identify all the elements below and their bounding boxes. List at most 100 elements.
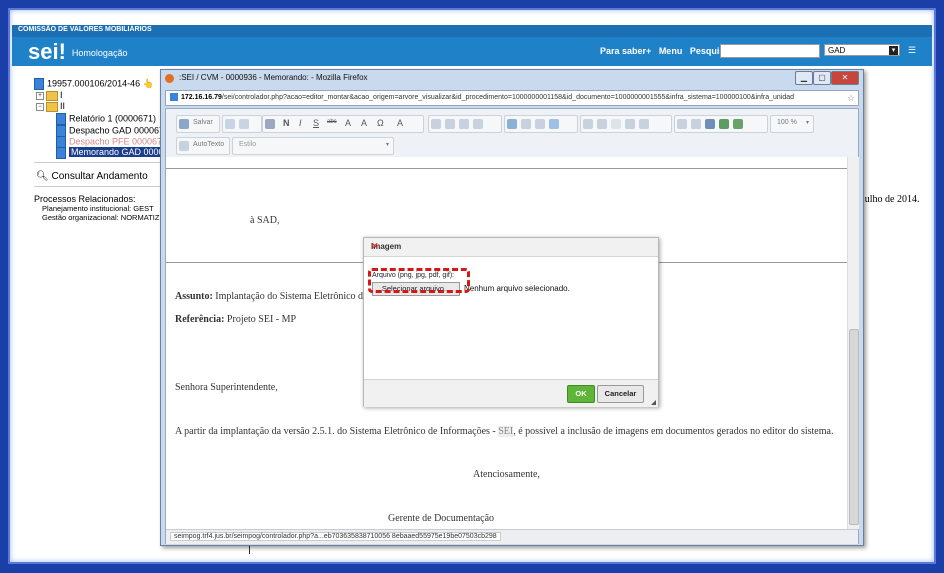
doc-signer: Gerente de Documentação	[388, 513, 495, 524]
link-menu[interactable]: Menu	[659, 46, 683, 56]
window-titlebar[interactable]: :SEI / CVM - 0000936 - Memorando: - Mozi…	[161, 70, 863, 88]
paragraph-icon[interactable]	[535, 119, 545, 129]
italic-icon[interactable]: I	[299, 118, 302, 128]
collapse-icon[interactable]: −	[36, 102, 44, 111]
bold-icon[interactable]: N	[283, 118, 290, 128]
scroll-thumb[interactable]	[849, 329, 859, 525]
consultar-andamento-link[interactable]: 🔍︎ Consultar Andamento	[36, 171, 148, 182]
dialog-titlebar[interactable]: Imagem ✕	[364, 238, 658, 257]
ref-label: Referência:	[175, 314, 225, 325]
underline-icon[interactable]: S	[313, 118, 319, 128]
body-sei: SEI	[498, 426, 514, 437]
list-icon[interactable]: ☰	[908, 45, 916, 56]
indent-icon[interactable]	[625, 119, 635, 129]
related-item[interactable]: Gestão organizacional: NORMATIZ	[42, 213, 170, 222]
resize-grip-icon[interactable]	[651, 400, 656, 405]
firefox-icon	[165, 74, 174, 83]
list-group	[580, 115, 672, 133]
bullet-list-icon[interactable]	[597, 119, 607, 129]
site-icon	[170, 93, 178, 102]
related-item[interactable]: Planejamento institucional: GEST	[42, 204, 170, 213]
paste-word-icon[interactable]	[473, 119, 483, 129]
related-processes: Processos Relacionados: Planejamento ins…	[34, 194, 170, 222]
bookmark-star-icon[interactable]: ☆	[847, 91, 855, 105]
close-icon[interactable]: ✕	[371, 241, 653, 252]
cancel-button[interactable]: Cancelar	[597, 385, 644, 403]
url-path: /sei/controlador.php?acao=editor_montar&…	[221, 94, 795, 101]
doc-rule	[166, 168, 847, 169]
search-input[interactable]	[720, 44, 820, 58]
close-window-button[interactable]: ✕	[831, 71, 859, 85]
image-dialog: Imagem ✕ Arquivo (png, jpg, pdf, gif): S…	[363, 237, 659, 407]
subscript-icon[interactable]: A	[345, 118, 351, 128]
style-select[interactable]: Estilo ▾	[232, 137, 394, 155]
folder-open-icon	[46, 101, 58, 112]
special-char-icon[interactable]: Ω	[377, 118, 384, 128]
ok-button[interactable]: OK	[567, 385, 595, 403]
org-bar: COMISSÃO DE VALORES MOBILIÁRIOS	[12, 25, 932, 37]
tree-node-i[interactable]: + I	[36, 90, 63, 101]
replace-icon[interactable]	[239, 119, 249, 129]
tree-doc-label: Relatório 1 (0000671)	[69, 113, 157, 124]
numbered-list-icon[interactable]	[583, 119, 593, 129]
tree-doc-label: Despacho PFE 000067	[69, 136, 163, 147]
doc-assunto: Assunto: Implantação do Sistema Eletrôni…	[175, 291, 363, 302]
autotext-label: AutoTexto	[193, 141, 225, 148]
omega-icon[interactable]	[691, 119, 701, 129]
superscript-icon[interactable]: A	[361, 118, 367, 128]
header-links: Para saber+ Menu Pesquisa	[600, 46, 734, 56]
assunto-label: Assunto:	[175, 291, 213, 302]
highlight-marker	[368, 268, 470, 293]
document-icon	[56, 147, 66, 159]
unit-select[interactable]: GAD ▾	[824, 44, 900, 56]
hand-icon: 👆	[142, 78, 154, 89]
minimize-button[interactable]: ▁	[795, 71, 813, 85]
tree-doc-memorando[interactable]: Memorando GAD 0000	[56, 147, 166, 159]
eraser-icon[interactable]	[265, 119, 275, 129]
save-button[interactable]: Salvar	[176, 115, 220, 133]
maximize-button[interactable]: ▢	[813, 71, 831, 85]
insert-group	[674, 115, 768, 133]
text-color-icon[interactable]: A	[397, 118, 403, 128]
link-icon[interactable]	[705, 119, 715, 129]
copy-icon[interactable]	[445, 119, 455, 129]
autotexto-button[interactable]: AutoTexto	[176, 137, 230, 155]
blockquote-icon[interactable]	[639, 119, 649, 129]
table-icon[interactable]	[677, 119, 687, 129]
tree-doc-relatorio[interactable]: Relatório 1 (0000671)	[56, 113, 156, 125]
cut-icon[interactable]	[431, 119, 441, 129]
chevron-down-icon[interactable]: ▾	[889, 46, 898, 55]
doc-closing: Atenciosamente,	[473, 469, 540, 480]
autotext-icon	[179, 141, 189, 151]
org-name: COMISSÃO DE VALORES MOBILIÁRIOS	[18, 26, 152, 33]
app-header: sei! Homologação Para saber+ Menu Pesquis…	[12, 37, 932, 66]
zoom-select[interactable]: 100 % ▾	[770, 115, 814, 133]
address-bar[interactable]: 172.16.16.79/sei/controlador.php?acao=ed…	[165, 90, 859, 106]
tree-process[interactable]: 19957.000106/2014-46 👆	[34, 78, 154, 90]
folder-icon	[46, 90, 58, 101]
tree-node-ii[interactable]: − II	[36, 101, 65, 112]
doc-scrollbar[interactable]	[847, 157, 859, 529]
expand-icon[interactable]: +	[36, 91, 44, 100]
status-bar: seimpog.trf4.jus.br/seimpog/controlador.…	[166, 529, 858, 544]
consultar-label: Consultar Andamento	[51, 171, 148, 182]
tree-node-label: II	[60, 101, 66, 111]
outdent-icon[interactable]	[611, 119, 621, 129]
tree-node-label: I	[60, 90, 63, 100]
document-icon	[56, 113, 66, 125]
undo-icon[interactable]	[507, 119, 517, 129]
editor-toolbar: Salvar N I S abc A A Ω A 100 % ▾ AutoText…	[166, 109, 858, 158]
background-date-text: julho de 2014.	[862, 194, 920, 205]
strike-icon[interactable]: abc	[327, 119, 337, 125]
process-number: 19957.000106/2014-46	[47, 78, 141, 89]
style-value: Estilo	[239, 141, 257, 148]
redo-icon[interactable]	[521, 119, 531, 129]
paste-icon[interactable]	[459, 119, 469, 129]
dollar-icon[interactable]	[733, 119, 743, 129]
image-icon[interactable]	[719, 119, 729, 129]
link-para-saber[interactable]: Para saber+	[600, 46, 651, 56]
sei-logo[interactable]: sei! Homologação	[28, 41, 127, 63]
find-icon[interactable]	[225, 119, 235, 129]
format-group: N I S abc A A Ω A	[262, 115, 424, 133]
spellcheck-icon[interactable]	[549, 119, 559, 129]
